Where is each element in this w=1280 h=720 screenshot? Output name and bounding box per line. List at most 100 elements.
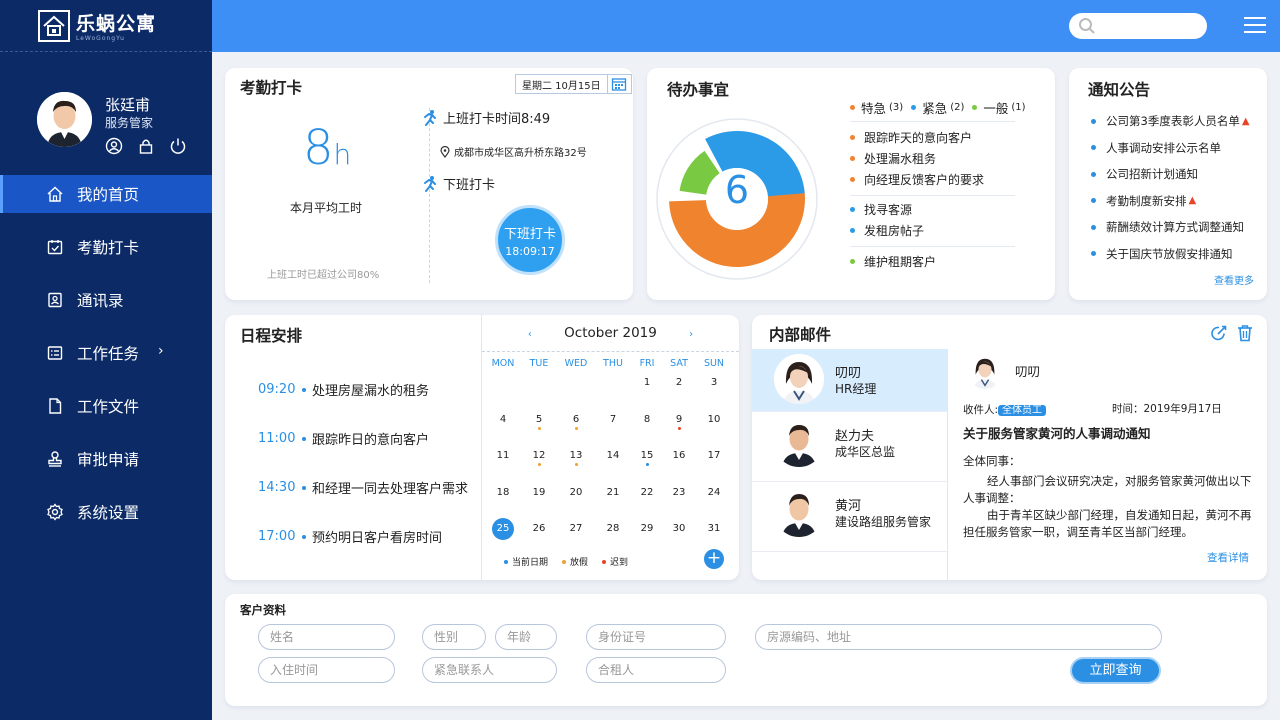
sidebar-item-attendance[interactable]: 考勤打卡: [0, 228, 212, 266]
emergency-contact-field[interactable]: 紧急联系人: [422, 657, 557, 683]
calendar-day-today[interactable]: 25: [492, 518, 514, 540]
sidebar-item-files[interactable]: 工作文件: [0, 387, 212, 425]
sidebar-item-home[interactable]: 我的首页: [0, 175, 212, 213]
sidebar-item-contacts[interactable]: 通讯录: [0, 281, 212, 319]
calendar-day[interactable]: 31: [703, 518, 725, 540]
calendar-day[interactable]: 1: [636, 372, 658, 394]
calendar-day[interactable]: 9: [668, 409, 690, 431]
list-item[interactable]: 向经理反馈客户的要求: [850, 169, 1015, 190]
list-item[interactable]: 跟踪昨天的意向客户: [850, 127, 1015, 148]
calendar-day[interactable]: 8: [636, 409, 658, 431]
compose-icon[interactable]: [1210, 324, 1228, 346]
contacts-icon: [46, 291, 64, 309]
mail-item[interactable]: 黄河 建设路组服务管家: [752, 482, 947, 552]
calendar-day[interactable]: 3: [703, 372, 725, 394]
mail-item[interactable]: 赵力夫 成华区总监: [752, 412, 947, 482]
calendar-day[interactable]: 17: [703, 445, 725, 467]
calendar-day[interactable]: 7: [602, 409, 624, 431]
sidebar-nav: 我的首页 考勤打卡 通讯录 工作任务 › 工作文件 审批申请 系统设置: [0, 175, 212, 546]
gender-field[interactable]: 性别: [422, 624, 486, 650]
calendar-day[interactable]: 23: [668, 482, 690, 504]
notice-item[interactable]: 人事调动安排公示名单: [1091, 135, 1250, 162]
average-hours-label: 本月平均工时: [290, 201, 363, 215]
add-schedule-button[interactable]: +: [704, 549, 724, 569]
calendar-day[interactable]: 5: [528, 409, 550, 431]
trash-icon[interactable]: [1237, 324, 1253, 346]
search-input[interactable]: [1069, 13, 1207, 39]
calendar-day[interactable]: 27: [565, 518, 587, 540]
weekday-label: THU: [603, 358, 623, 369]
list-item[interactable]: 维护租期客户: [850, 251, 1015, 272]
calendar-day[interactable]: 10: [703, 409, 725, 431]
todo-card: 待办事宜 6 特急 (3) 紧急 (2) 一般 (1) 跟踪昨天的意向客户 处理漏水租…: [647, 68, 1055, 300]
calendar-day[interactable]: 21: [602, 482, 624, 504]
calendar-day[interactable]: 2: [668, 372, 690, 394]
notice-item[interactable]: 薪酬绩效计算方式调整通知: [1091, 214, 1250, 241]
calendar-day[interactable]: 24: [703, 482, 725, 504]
roommate-field[interactable]: 合租人: [586, 657, 726, 683]
calendar-icon[interactable]: [606, 75, 631, 93]
calendar-day[interactable]: 13: [565, 445, 587, 467]
list-item[interactable]: 处理漏水租务: [850, 148, 1015, 169]
calendar-day[interactable]: 18: [492, 482, 514, 504]
mail-time: 时间：2019年9月17日: [1112, 403, 1222, 415]
calendar-day[interactable]: 12: [528, 445, 550, 467]
calendar-day[interactable]: 30: [668, 518, 690, 540]
schedule-list: 09:20 处理房屋漏水的租务 11:00 跟踪昨日的意向客户 14:30 和经理一同…: [258, 365, 468, 561]
next-month-button[interactable]: ›: [689, 329, 693, 340]
schedule-item[interactable]: 09:20 处理房屋漏水的租务: [258, 365, 468, 414]
sidebar-item-tasks[interactable]: 工作任务 ›: [0, 334, 212, 372]
runner-icon: [421, 109, 439, 127]
lock-icon[interactable]: [137, 137, 155, 155]
notice-item[interactable]: 公司招新计划通知: [1091, 161, 1250, 188]
list-item[interactable]: 发租房帖子: [850, 220, 1015, 241]
avatar[interactable]: [37, 92, 92, 147]
date-picker[interactable]: 星期二 10月15日: [515, 74, 632, 94]
user-name: 张廷甫: [105, 96, 151, 114]
calendar-day[interactable]: 6: [565, 409, 587, 431]
user-profile: 张廷甫 服务管家: [37, 92, 207, 155]
calendar-day[interactable]: 28: [602, 518, 624, 540]
hamburger-menu-icon[interactable]: [1244, 17, 1266, 35]
schedule-item[interactable]: 14:30 和经理一同去处理客户需求: [258, 463, 468, 512]
sidebar-item-approval[interactable]: 审批申请: [0, 440, 212, 478]
clock-out-button[interactable]: 下班打卡 18:09:17: [495, 205, 565, 275]
calendar-day[interactable]: 20: [565, 482, 587, 504]
calendar-day[interactable]: 29: [636, 518, 658, 540]
todo-count: 6: [724, 168, 750, 212]
calendar-day[interactable]: 19: [528, 482, 550, 504]
notice-card: 通知公告 公司第3季度表彰人员名单 ▲ 人事调动安排公示名单 公司招新计划通知 考勤制度…: [1069, 68, 1267, 300]
checkin-date-field[interactable]: 入住时间: [258, 657, 395, 683]
schedule-item[interactable]: 11:00 跟踪昨日的意向客户: [258, 414, 468, 463]
user-icon[interactable]: [105, 137, 123, 155]
view-more-link[interactable]: 查看更多: [1214, 272, 1254, 287]
list-item[interactable]: 找寻客源: [850, 199, 1015, 220]
clock-out-label: 下班打卡: [503, 227, 556, 242]
calendar-day[interactable]: 15: [636, 445, 658, 467]
prev-month-button[interactable]: ‹: [528, 329, 532, 340]
house-address-field[interactable]: 房源编码、地址: [755, 624, 1162, 650]
sidebar-item-settings[interactable]: 系统设置: [0, 493, 212, 531]
customer-title: 客户资料: [240, 603, 286, 617]
age-field[interactable]: 年龄: [495, 624, 557, 650]
schedule-item[interactable]: 17:00 预约明日客户看房时间: [258, 512, 468, 561]
notice-item[interactable]: 考勤制度新安排 ▲: [1091, 188, 1250, 215]
name-field[interactable]: 姓名: [258, 624, 395, 650]
calendar-day[interactable]: 22: [636, 482, 658, 504]
calendar-day[interactable]: 11: [492, 445, 514, 467]
calendar-day[interactable]: 26: [528, 518, 550, 540]
divider: [482, 351, 739, 352]
view-detail-link[interactable]: 查看详情: [1207, 550, 1249, 565]
notice-item[interactable]: 关于国庆节放假安排通知: [1091, 241, 1250, 268]
query-button[interactable]: 立即查询: [1070, 657, 1161, 684]
calendar-day[interactable]: 14: [602, 445, 624, 467]
calendar-day[interactable]: 4: [492, 409, 514, 431]
hours-note: 上班工时已超过公司80%: [267, 270, 380, 281]
calendar-day[interactable]: 16: [668, 445, 690, 467]
power-icon[interactable]: [169, 137, 187, 155]
mail-item[interactable]: 叨叨 HR经理: [752, 349, 947, 412]
mail-sender-role: HR经理: [835, 382, 877, 396]
id-number-field[interactable]: 身份证号: [586, 624, 726, 650]
todo-important-list: 找寻客源 发租房帖子: [850, 199, 1015, 241]
notice-item[interactable]: 公司第3季度表彰人员名单 ▲: [1091, 108, 1250, 135]
